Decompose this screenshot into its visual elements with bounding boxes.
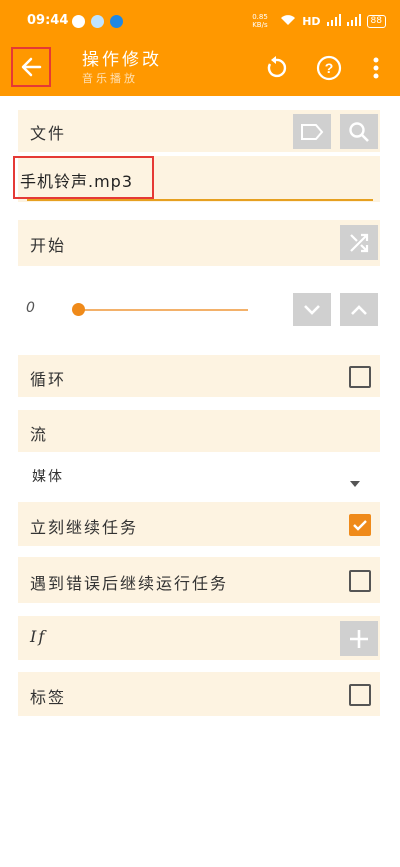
- svg-text:?: ?: [325, 60, 334, 76]
- battery-icon: 88: [366, 14, 386, 28]
- add-condition-button[interactable]: [340, 621, 378, 656]
- page-subtitle: 音乐播放: [82, 72, 138, 85]
- stream-selected-value: 媒体: [32, 469, 64, 485]
- loop-checkbox[interactable]: [349, 366, 371, 388]
- app-notification-icon: [91, 15, 104, 28]
- seek-slider-thumb[interactable]: [72, 303, 85, 316]
- search-icon: [349, 121, 369, 142]
- check-icon: [353, 520, 367, 531]
- loop-row: [18, 355, 380, 397]
- status-right: 0.85 KB/s HD 88: [252, 13, 386, 29]
- file-input[interactable]: 手机铃声.mp3: [20, 168, 133, 192]
- wifi-icon: [280, 14, 296, 29]
- continue-on-error-checkbox[interactable]: [349, 570, 371, 592]
- tag-checkbox[interactable]: [349, 684, 371, 706]
- seek-slider-track[interactable]: [78, 309, 248, 311]
- continue-on-error-label: 遇到错误后继续运行任务: [30, 574, 229, 593]
- chevron-down-icon: [304, 304, 320, 315]
- loop-label: 循环: [30, 370, 67, 389]
- shuffle-icon: [350, 233, 369, 252]
- help-button[interactable]: ?: [315, 54, 343, 82]
- start-row: [18, 220, 380, 266]
- seek-value: 0: [26, 300, 35, 316]
- label-icon: [301, 123, 324, 140]
- hd-label: HD: [302, 14, 321, 28]
- file-input-underline: [27, 199, 373, 201]
- page-title: 操作修改: [82, 50, 162, 70]
- start-random-button[interactable]: [340, 225, 378, 260]
- stream-row: [18, 410, 380, 452]
- more-button[interactable]: [362, 54, 390, 82]
- signal-icon: [326, 13, 341, 29]
- tag-label: 标签: [30, 688, 67, 707]
- continue-immediately-checkbox[interactable]: [349, 514, 371, 536]
- undo-icon: [267, 56, 287, 78]
- help-icon: ?: [316, 55, 342, 81]
- decrease-button[interactable]: [293, 293, 331, 326]
- stream-select[interactable]: 媒体: [18, 458, 380, 494]
- network-speed: 0.85 KB/s: [252, 13, 268, 29]
- stream-label: 流: [30, 425, 49, 444]
- signal-icon-2: [346, 13, 361, 29]
- chevron-up-icon: [351, 304, 367, 315]
- notification-icon: [72, 15, 85, 28]
- if-row: [18, 616, 380, 660]
- start-label: 开始: [30, 236, 67, 255]
- back-button[interactable]: [11, 47, 51, 87]
- continue-immediately-label: 立刻继续任务: [30, 518, 139, 537]
- if-label: If: [30, 627, 47, 646]
- plus-icon: [350, 629, 368, 648]
- alipay-icon: [110, 15, 123, 28]
- arrow-left-icon: [21, 57, 42, 77]
- status-time: 09:44: [27, 13, 69, 28]
- tag-row: [18, 672, 380, 716]
- tag-variable-button[interactable]: [293, 114, 331, 149]
- search-file-button[interactable]: [340, 114, 378, 149]
- file-label: 文件: [30, 124, 67, 143]
- increase-button[interactable]: [340, 293, 378, 326]
- more-vert-icon: [373, 57, 379, 79]
- reset-button[interactable]: [262, 54, 290, 82]
- dropdown-arrow-icon: [350, 472, 360, 491]
